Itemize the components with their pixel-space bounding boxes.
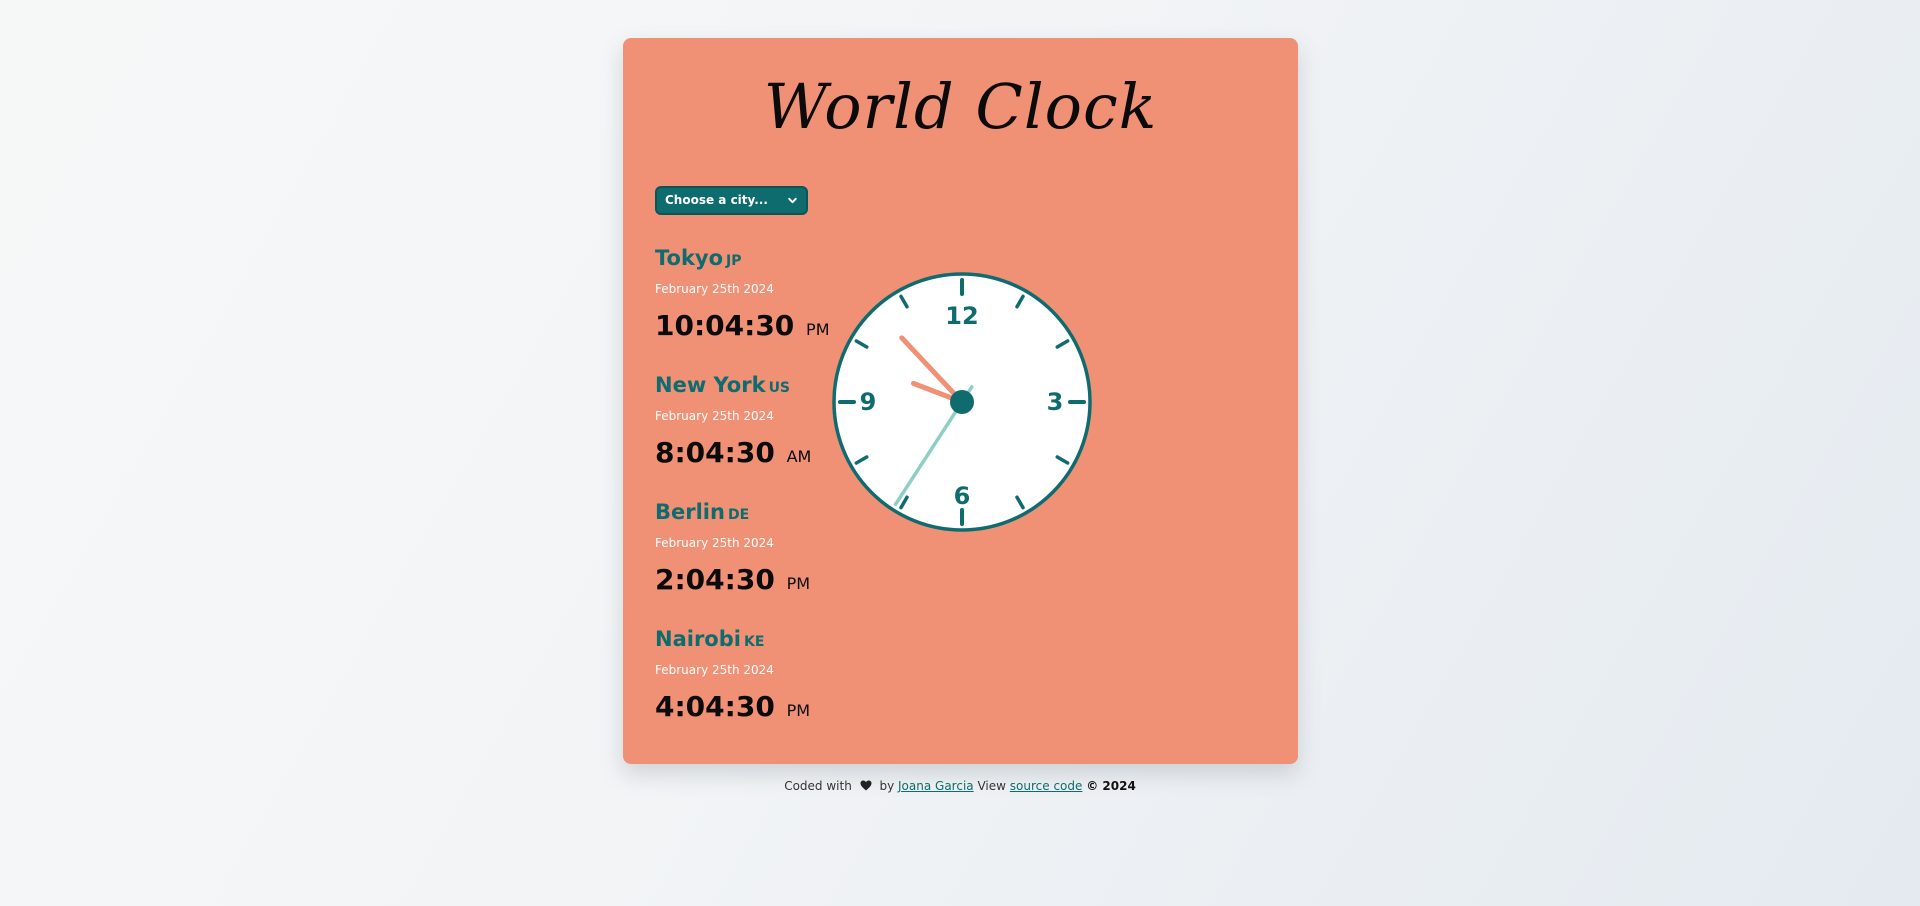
city-ampm: PM [786,574,811,593]
city-date: February 25th 2024 [655,536,774,550]
city-entry-berlin: Berlin DE February 25th 2024 2:04:30 PM [655,502,855,594]
source-code-link[interactable]: source code [1010,779,1083,793]
clock-numeral-6: 6 [954,482,971,510]
city-name: New York [655,373,766,397]
city-entry-nairobi: Nairobi KE February 25th 2024 4:04:30 PM [655,629,855,721]
city-date: February 25th 2024 [655,409,774,423]
page-title: World Clock [763,70,1158,143]
city-name: Berlin [655,500,725,524]
analog-clock: 12 3 6 9 [832,272,1092,532]
country-code: JP [726,253,742,269]
clock-numeral-9: 9 [860,388,877,416]
city-time: 10:04:30 [655,309,795,342]
city-select-label: Choose a city... [665,193,768,207]
footer: Coded with by Joana Garcia View source c… [0,779,1920,793]
author-link[interactable]: Joana Garcia [898,779,974,793]
city-date: February 25th 2024 [655,282,774,296]
footer-copyright: © 2024 [1086,779,1136,793]
city-select[interactable]: Choose a city... [655,186,808,215]
country-code: DE [727,507,750,523]
city-name: Nairobi [655,627,741,651]
city-ampm: PM [806,320,830,339]
footer-prefix: Coded with [784,779,852,793]
city-time: 8:04:30 [655,436,775,469]
city-time: 4:04:30 [655,690,775,723]
city-date: February 25th 2024 [655,663,774,677]
city-name: Tokyo [655,246,724,270]
world-clock-card: World Clock Choose a city... Tokyo JP Feb… [623,38,1298,764]
clock-center-pin [950,390,974,414]
clock-numeral-3: 3 [1047,388,1064,416]
clock-numeral-12: 12 [945,302,978,330]
city-entry-tokyo: Tokyo JP February 25th 2024 10:04:30 PM [655,248,855,340]
city-entry-new-york: New York US February 25th 2024 8:04:30 AM [655,375,855,467]
country-code: US [768,380,791,396]
chevron-down-icon [788,197,797,204]
city-ampm: PM [786,701,811,720]
country-code: KE [743,634,765,650]
city-ampm: AM [786,447,812,466]
heart-icon [860,780,872,791]
footer-by: by [879,779,895,793]
city-time: 2:04:30 [655,563,775,596]
footer-view: View [977,779,1006,793]
